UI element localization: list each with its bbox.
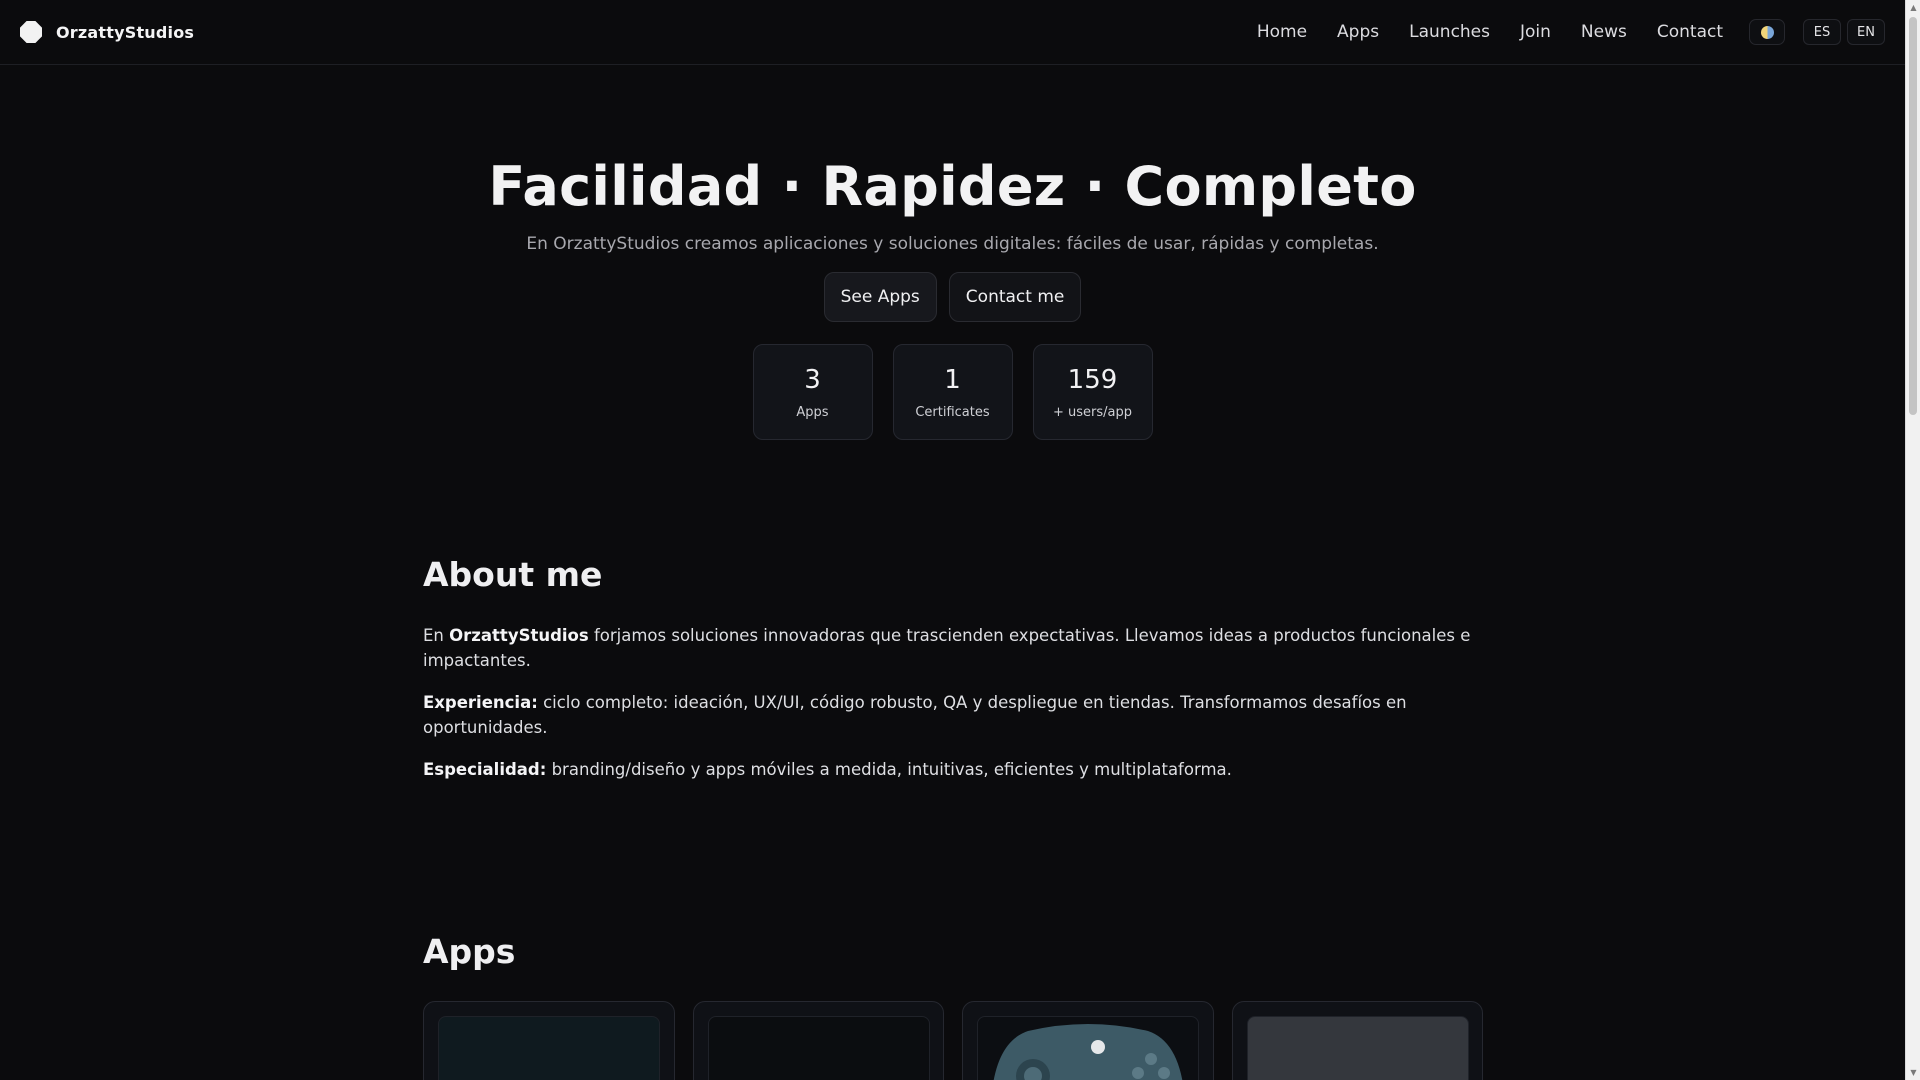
nav-join[interactable]: Join [1520,22,1551,42]
scrollbar-thumb[interactable] [1909,17,1917,415]
app-thumbnail [438,1016,660,1080]
app-thumbnail [1246,1016,1469,1080]
brand-name: OrzattyStudios [56,22,195,42]
app-card[interactable] [962,1001,1214,1080]
stat-certificates: 1 Certificates [892,344,1013,440]
app-grid [423,1001,1483,1080]
nav-contact[interactable]: Contact [1657,22,1723,42]
stats-row: 3 Apps 1 Certificates 159 + users/app [0,344,1905,440]
game-controller-icon [993,1024,1183,1080]
stat-value: 1 [944,364,961,395]
stat-users: 159 + users/app [1032,344,1153,440]
page-scrollbar[interactable]: ▲ ▼ [1905,0,1920,1080]
see-apps-button[interactable]: See Apps [823,272,937,322]
app-card[interactable] [692,1001,944,1080]
theme-toggle-button[interactable] [1749,19,1785,45]
hero-subtitle: En OrzattyStudios creamos aplicaciones y… [526,234,1379,254]
nav-launches[interactable]: Launches [1409,22,1490,42]
specialty-text: branding/diseño y apps móviles a medida,… [546,760,1232,779]
apps-title: Apps [423,932,516,971]
stat-value: 3 [804,364,821,395]
main-nav: Home Apps Launches Join News Contact [1257,22,1723,42]
nav-home[interactable]: Home [1257,22,1307,42]
nav-news[interactable]: News [1581,22,1627,42]
lang-en-button[interactable]: EN [1847,19,1885,45]
specialty-label: Especialidad: [423,760,547,779]
nav-apps[interactable]: Apps [1337,22,1379,42]
hero-title: Facilidad · Rapidez · Completo [488,155,1417,218]
scroll-up-arrow-icon[interactable]: ▲ [1906,0,1920,15]
stat-apps: 3 Apps [752,344,873,440]
brand-link[interactable]: OrzattyStudios [20,21,194,43]
contact-me-button[interactable]: Contact me [948,272,1082,322]
app-thumbnail [707,1016,930,1080]
about-section: About me En OrzattyStudios forjamos solu… [423,555,1483,782]
app-card[interactable] [423,1001,675,1080]
site-header: OrzattyStudios Home Apps Launches Join N… [0,0,1905,65]
brand-logo-icon [20,21,42,43]
about-text: En [423,626,450,645]
hero-actions: See Apps Contact me [0,272,1905,322]
app-thumbnail [977,1016,1199,1080]
apps-section: Apps [423,932,1483,1080]
experience-label: Experiencia: [423,693,538,712]
about-paragraph-experience: Experiencia: ciclo completo: ideación, U… [423,690,1483,740]
language-switcher: ES EN [1803,19,1885,45]
stat-label: + users/app [1052,404,1132,420]
stat-label: Certificates [915,404,990,420]
hero-section: Facilidad · Rapidez · Completo En Orzatt… [0,65,1905,440]
lang-es-button[interactable]: ES [1803,19,1841,45]
stat-value: 159 [1067,364,1118,395]
scroll-down-arrow-icon[interactable]: ▼ [1906,1065,1920,1080]
app-card[interactable] [1231,1001,1483,1080]
about-paragraph-specialty: Especialidad: branding/diseño y apps móv… [423,757,1483,782]
stat-label: Apps [796,404,829,420]
about-title: About me [423,555,603,594]
about-paragraph-intro: En OrzattyStudios forjamos soluciones in… [423,623,1483,673]
about-brand-bold: OrzattyStudios [449,626,589,645]
theme-icon [1760,25,1774,39]
experience-text: ciclo completo: ideación, UX/UI, código … [423,693,1407,737]
